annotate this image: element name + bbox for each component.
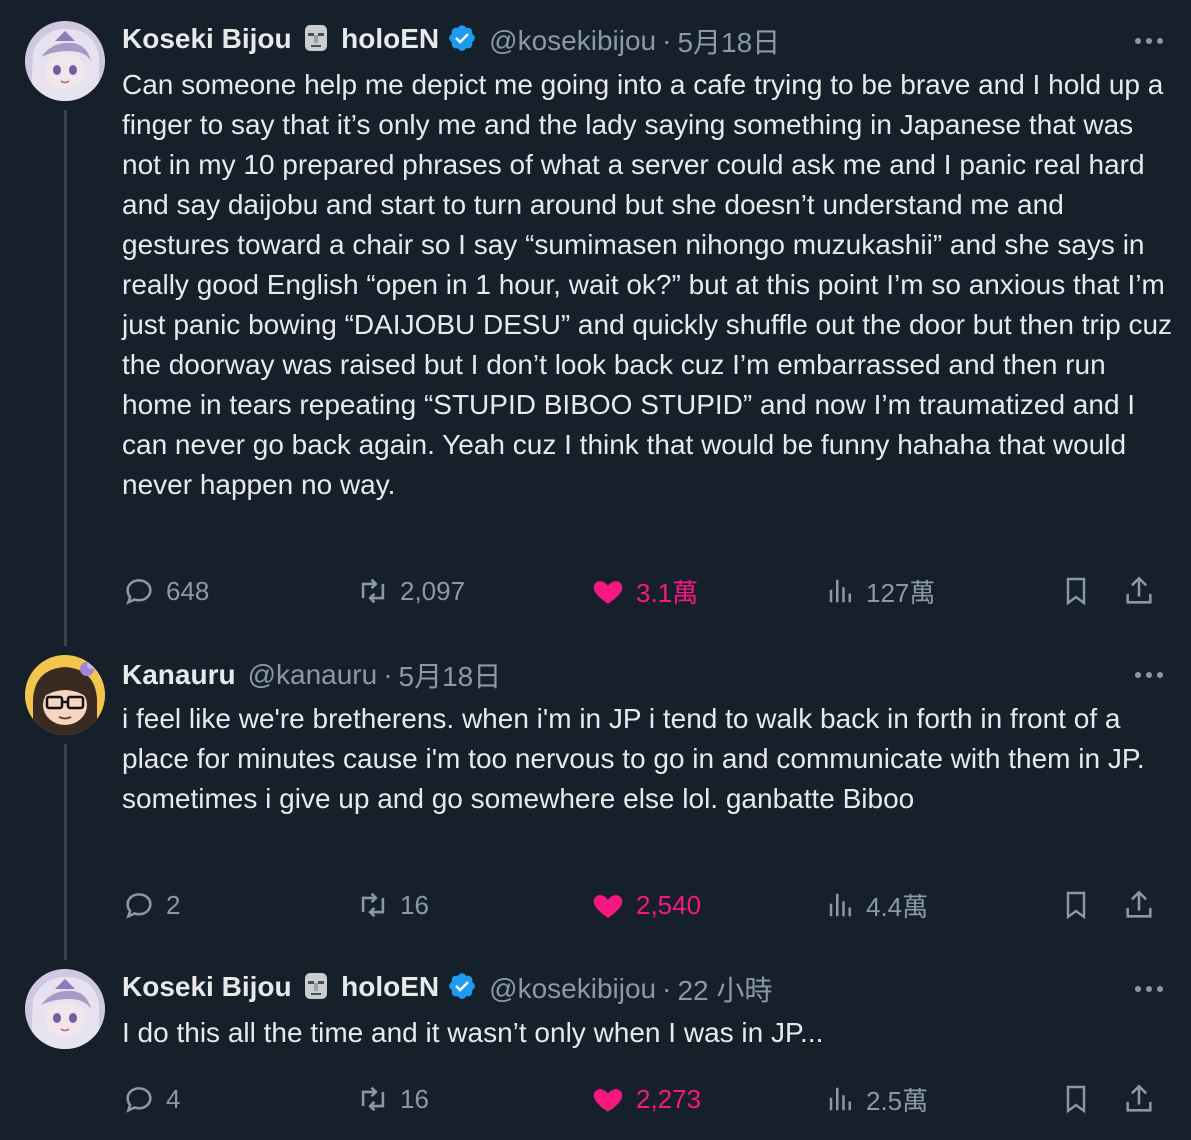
tweet-actions: 2 16 2,540 4.4萬 <box>122 885 1162 925</box>
like-count: 2,540 <box>636 889 702 920</box>
share-icon <box>1126 576 1152 604</box>
bookmark-button[interactable] <box>1060 1079 1102 1119</box>
share-button[interactable] <box>1122 885 1166 925</box>
share-icon <box>1126 890 1152 918</box>
retweet-icon <box>361 1086 385 1112</box>
display-name[interactable]: Koseki Bijou holoEN <box>122 971 439 1006</box>
bookmark-button[interactable] <box>1060 571 1102 611</box>
retweet-count: 2,097 <box>400 575 466 606</box>
bookmark-icon <box>1066 891 1086 920</box>
user-handle[interactable]: @kanauru <box>248 659 378 691</box>
tweet[interactable]: Koseki Bijou holoEN @kosekibijou · 22 小時 <box>0 969 1191 1129</box>
reply-icon <box>126 893 152 919</box>
retweet-icon <box>361 578 385 604</box>
tweet-text: I do this all the time and it wasn’t onl… <box>122 1017 824 1048</box>
views-button[interactable]: 2.5萬 <box>826 1079 928 1119</box>
more-options-button[interactable] <box>1129 655 1169 695</box>
bookmark-button[interactable] <box>1060 885 1102 925</box>
tweet-header: Kanauru @kanauru · 5月18日 <box>122 655 1191 695</box>
separator-dot: · <box>383 659 393 690</box>
share-button[interactable] <box>1122 571 1166 611</box>
views-button[interactable]: 127萬 <box>826 571 935 611</box>
like-button[interactable]: 2,273 <box>590 1079 701 1119</box>
heart-icon <box>593 581 623 604</box>
separator-dot: · <box>662 25 672 56</box>
heart-icon <box>593 1089 623 1112</box>
share-icon <box>1126 1084 1152 1112</box>
avatar[interactable] <box>25 21 105 101</box>
bookmark-icon <box>1066 1085 1086 1114</box>
verified-badge-icon <box>447 23 477 60</box>
reply-count: 2 <box>166 889 181 920</box>
retweet-button[interactable]: 2,097 <box>356 571 465 611</box>
views-icon <box>829 579 851 603</box>
display-name-text[interactable]: Koseki Bijou <box>122 23 292 54</box>
user-handle[interactable]: @kosekibijou <box>489 973 656 1005</box>
tweet-timestamp[interactable]: 22 小時 <box>677 969 772 1009</box>
share-button[interactable] <box>1122 1079 1166 1119</box>
bookmark-icon <box>1066 577 1086 606</box>
like-count: 2,273 <box>636 1083 702 1114</box>
views-icon <box>829 1087 851 1111</box>
like-button[interactable]: 3.1萬 <box>590 571 698 611</box>
heart-icon <box>593 895 623 918</box>
reply-button[interactable]: 648 <box>122 571 209 611</box>
reply-icon <box>126 579 152 605</box>
display-name-suffix[interactable]: holoEN <box>341 23 439 54</box>
user-handle[interactable]: @kosekibijou <box>489 25 656 57</box>
like-count: 3.1萬 <box>636 577 699 608</box>
reply-button[interactable]: 4 <box>122 1079 180 1119</box>
retweet-count: 16 <box>400 889 429 920</box>
retweet-count: 16 <box>400 1083 429 1114</box>
avatar[interactable] <box>25 969 105 1049</box>
reply-icon <box>126 1087 152 1113</box>
moai-emoji-icon <box>303 972 329 1007</box>
reply-count: 648 <box>166 575 210 606</box>
reply-count: 4 <box>166 1083 181 1114</box>
retweet-icon <box>361 892 385 918</box>
display-name-suffix[interactable]: holoEN <box>341 971 439 1002</box>
view-count: 2.5萬 <box>866 1085 929 1116</box>
tweet-text: i feel like we're bretherens. when i'm i… <box>122 703 1145 814</box>
avatar[interactable] <box>25 655 105 735</box>
tweet-header: Koseki Bijou holoEN @kosekibijou · 22 小時 <box>122 969 1191 1009</box>
display-name[interactable]: Kanauru <box>122 659 236 691</box>
view-count: 4.4萬 <box>866 891 929 922</box>
tweet-header: Koseki Bijou holoEN @kosekibijou · 5月18日 <box>122 21 1191 61</box>
view-count: 127萬 <box>866 577 936 608</box>
tweet-timestamp[interactable]: 5月18日 <box>677 21 780 61</box>
more-options-button[interactable] <box>1129 969 1169 1009</box>
display-name-text[interactable]: Koseki Bijou <box>122 971 292 1002</box>
tweet-actions: 4 16 2,273 2.5萬 <box>122 1079 1162 1119</box>
like-button[interactable]: 2,540 <box>590 885 701 925</box>
more-horizontal-icon <box>1135 986 1163 992</box>
reply-button[interactable]: 2 <box>122 885 180 925</box>
tweet-timestamp[interactable]: 5月18日 <box>399 655 502 695</box>
display-name[interactable]: Koseki Bijou holoEN <box>122 23 439 58</box>
more-horizontal-icon <box>1135 672 1163 678</box>
tweet-actions: 648 2,097 3.1萬 127萬 <box>122 571 1162 611</box>
more-horizontal-icon <box>1135 38 1163 44</box>
more-options-button[interactable] <box>1129 21 1169 61</box>
retweet-button[interactable]: 16 <box>356 885 429 925</box>
tweet-text: Can someone help me depict me going into… <box>122 69 1173 500</box>
views-icon <box>829 893 851 917</box>
moai-emoji-icon <box>303 24 329 59</box>
retweet-button[interactable]: 16 <box>356 1079 429 1119</box>
tweet[interactable]: Koseki Bijou holoEN @kosekibijou · 5月18日 <box>0 21 1191 621</box>
verified-badge-icon <box>447 971 477 1008</box>
views-button[interactable]: 4.4萬 <box>826 885 928 925</box>
separator-dot: · <box>662 973 672 1004</box>
tweet[interactable]: Kanauru @kanauru · 5月18日 i feel like we'… <box>0 655 1191 935</box>
